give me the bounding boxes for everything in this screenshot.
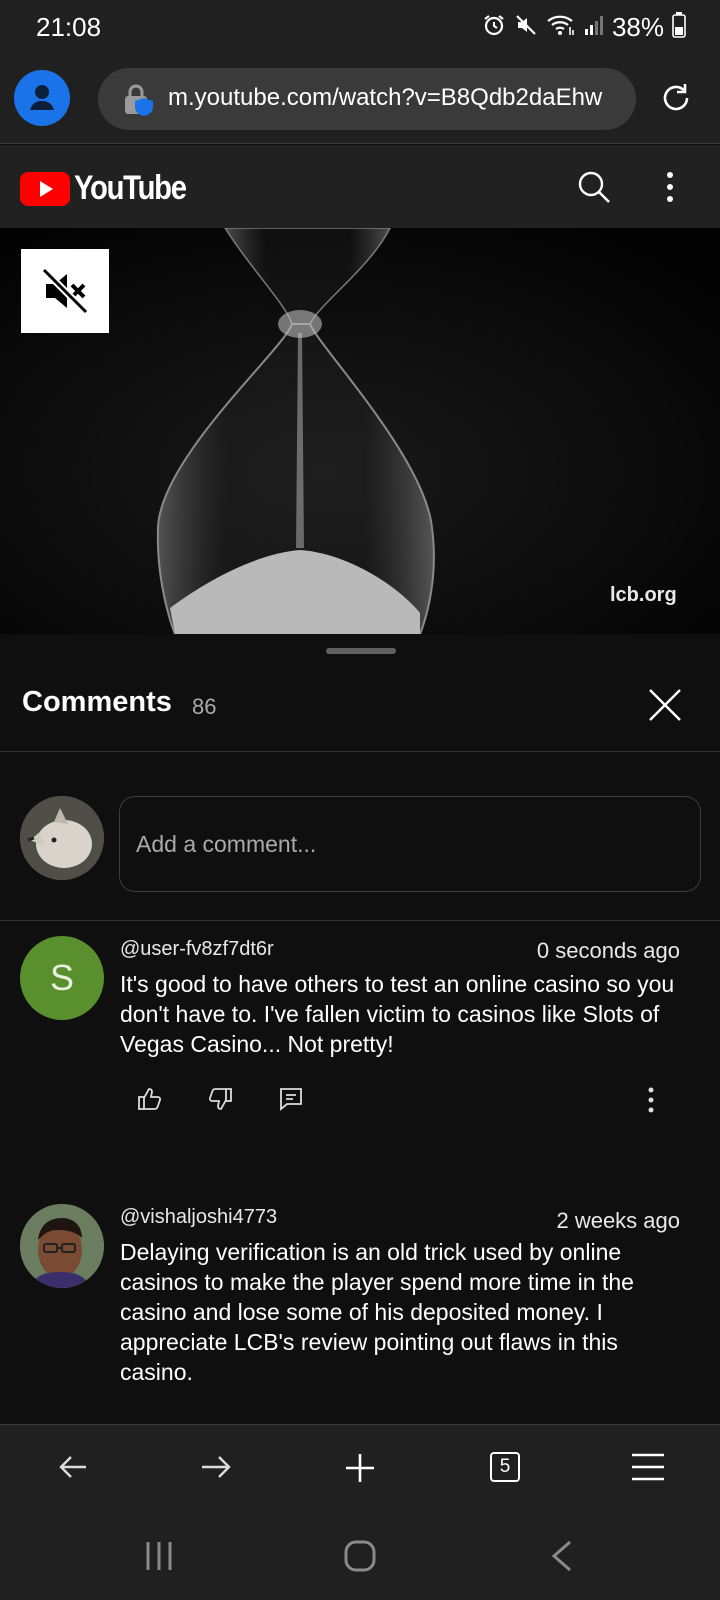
- battery-percent: 38%: [611, 12, 664, 42]
- system-back-icon[interactable]: [550, 1540, 574, 1577]
- close-icon[interactable]: [648, 688, 682, 727]
- status-bar: 21:08 38%: [0, 0, 720, 54]
- like-icon[interactable]: [136, 1086, 162, 1117]
- battery-icon: [672, 12, 686, 43]
- recent-apps-icon[interactable]: [144, 1540, 174, 1577]
- divider: [0, 920, 720, 921]
- mute-icon: [514, 13, 538, 42]
- search-icon[interactable]: [576, 169, 612, 210]
- add-comment-input[interactable]: [119, 796, 701, 892]
- more-options-icon[interactable]: [664, 169, 676, 210]
- new-tab-icon[interactable]: [344, 1452, 376, 1489]
- browser-toolbar: m.youtube.com/watch?v=B8Qdb2daEhw: [0, 54, 720, 144]
- avatar[interactable]: [20, 1204, 104, 1288]
- comment-time: 0 seconds ago: [536, 938, 680, 963]
- comment-author[interactable]: @user-fv8zf7dt6r: [120, 938, 274, 961]
- drag-handle[interactable]: [326, 648, 396, 654]
- divider: [0, 751, 720, 752]
- avatar-letter: S: [49, 957, 74, 998]
- comment-time: 2 weeks ago: [556, 1208, 680, 1233]
- forward-arrow-icon[interactable]: [200, 1452, 232, 1487]
- home-icon[interactable]: [344, 1540, 376, 1577]
- comments-panel: Comments 86 S @user-fv8zf7dt6r 0 seconds…: [0, 634, 720, 1424]
- reply-icon[interactable]: [278, 1086, 304, 1117]
- youtube-play-icon: [20, 171, 70, 206]
- address-bar[interactable]: m.youtube.com/watch?v=B8Qdb2daEhw: [98, 68, 636, 130]
- browser-bottom-bar: 5: [0, 1424, 720, 1514]
- site-info-icon[interactable]: [122, 82, 156, 121]
- muted-speaker-icon: [41, 267, 89, 315]
- url-text: m.youtube.com/watch?v=B8Qdb2daEhw: [168, 84, 603, 111]
- back-arrow-icon[interactable]: [58, 1452, 88, 1487]
- comment-more-icon[interactable]: [647, 1086, 655, 1119]
- dislike-icon[interactable]: [208, 1086, 234, 1117]
- video-watermark: lcb.org: [610, 584, 677, 606]
- wifi-icon: [546, 13, 576, 42]
- avatar[interactable]: S: [20, 936, 104, 1020]
- reload-icon[interactable]: [658, 80, 694, 121]
- comment-actions: [0, 1086, 720, 1126]
- video-player[interactable]: lcb.org: [0, 228, 720, 634]
- signal-icon: [584, 13, 604, 42]
- comment-author[interactable]: @vishaljoshi4773: [120, 1206, 277, 1229]
- alarm-icon: [482, 13, 506, 42]
- menu-icon[interactable]: [630, 1452, 666, 1487]
- youtube-header: YouTube: [0, 145, 720, 228]
- unmute-button[interactable]: [21, 249, 109, 333]
- tabs-count-button[interactable]: 5: [490, 1452, 520, 1482]
- profile-button[interactable]: [14, 70, 70, 126]
- comment-text: It's good to have others to test an onli…: [120, 971, 675, 1057]
- status-time: 21:08: [36, 12, 102, 42]
- youtube-logo[interactable]: YouTube: [20, 169, 204, 208]
- comments-title: Comments: [22, 686, 172, 718]
- system-navigation-bar: [0, 1514, 720, 1600]
- comments-count: 86: [192, 694, 217, 719]
- avatar-photo: [20, 1204, 104, 1288]
- profile-icon: [30, 85, 54, 110]
- youtube-logo-text: YouTube: [74, 169, 187, 207]
- my-avatar: [20, 796, 104, 880]
- comment-text: Delaying verification is an old trick us…: [120, 1239, 634, 1385]
- status-icons: 38%: [482, 12, 686, 43]
